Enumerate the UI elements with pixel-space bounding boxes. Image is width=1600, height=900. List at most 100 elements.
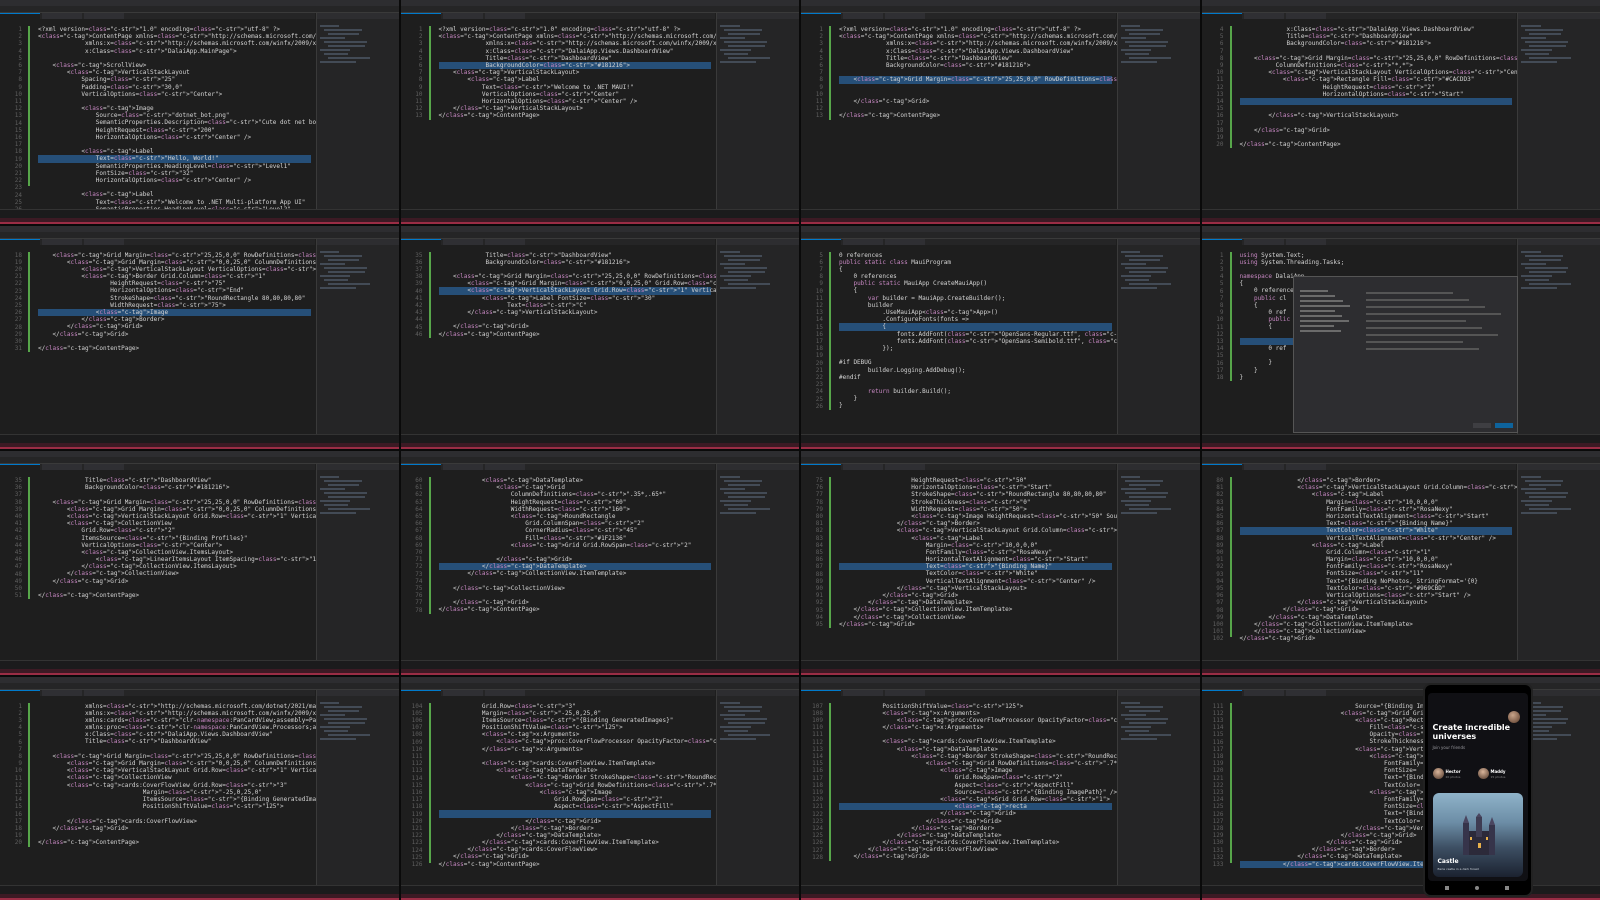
tree-item[interactable]	[1525, 266, 1569, 269]
editor-tabs[interactable]	[0, 238, 315, 246]
tree-item[interactable]	[724, 41, 768, 43]
dialog-option[interactable]	[1365, 292, 1453, 295]
solution-explorer[interactable]	[1116, 238, 1200, 435]
tree-item[interactable]	[327, 733, 370, 736]
tree-item[interactable]	[1525, 41, 1569, 43]
code-editor[interactable]: 75 76 77 78 79 80 81 82 83 84 85 86 87 8…	[801, 471, 1200, 661]
dialog-category[interactable]	[1300, 330, 1342, 333]
editor-tabs[interactable]	[1201, 464, 1517, 471]
tree-item[interactable]	[728, 496, 766, 498]
tree-item[interactable]	[1521, 512, 1558, 514]
tree-item[interactable]	[319, 713, 345, 716]
tree-item[interactable]	[327, 45, 365, 47]
tree-item[interactable]	[1529, 709, 1561, 712]
code-editor[interactable]: 1 2 3 4 5 6 7 8 9 10 11 12 13 14 15 16 1…	[0, 20, 396, 220]
solution-explorer[interactable]	[1517, 464, 1600, 661]
editor-tab[interactable]	[0, 238, 40, 246]
toolbar[interactable]	[400, 231, 799, 239]
tree-item[interactable]	[720, 500, 751, 502]
tree-item[interactable]	[720, 713, 746, 716]
editor-tab[interactable]	[1285, 13, 1326, 19]
tree-item[interactable]	[1120, 49, 1152, 51]
tree-item[interactable]	[319, 250, 340, 253]
user-avatar[interactable]	[1507, 710, 1520, 723]
tree-item[interactable]	[1521, 61, 1558, 63]
dialog-category[interactable]	[1300, 310, 1335, 313]
tree-item[interactable]	[720, 37, 746, 39]
code-editor[interactable]: 1 2 3 4 5 6 7 8 9 10 11 12 13 14 15 16 1…	[0, 696, 399, 886]
editor-tab[interactable]	[400, 689, 441, 697]
toolbar[interactable]	[801, 231, 1200, 239]
editor-tab[interactable]	[801, 238, 841, 246]
tree-item[interactable]	[1120, 262, 1146, 265]
tree-item[interactable]	[1525, 480, 1564, 482]
solution-explorer[interactable]	[716, 689, 799, 886]
tree-item[interactable]	[323, 717, 367, 720]
toolbar[interactable]	[0, 682, 399, 690]
code-editor[interactable]: 1 2 3 4 5 6 7 8 9 10 11 12 13 <?xml versi…	[801, 20, 1200, 210]
tree-item[interactable]	[327, 258, 360, 261]
tree-item[interactable]	[319, 37, 345, 39]
tree-item[interactable]	[724, 729, 749, 732]
tree-item[interactable]	[1128, 496, 1166, 498]
tree-item[interactable]	[323, 278, 348, 281]
tree-item[interactable]	[1529, 733, 1572, 736]
tree-item[interactable]	[1124, 717, 1168, 720]
tree-item[interactable]	[323, 41, 367, 43]
code-editor[interactable]: 35 36 37 38 39 40 41 42 43 44 45 46 47 4…	[0, 471, 399, 661]
toolbar[interactable]	[0, 457, 399, 464]
tree-item[interactable]	[1521, 262, 1547, 265]
editor-tab[interactable]	[1285, 689, 1326, 696]
code-editor[interactable]: 104 105 106 107 108 109 110 111 112 113 …	[400, 696, 799, 886]
tree-item[interactable]	[1124, 266, 1168, 269]
tree-item[interactable]	[323, 29, 362, 31]
editor-tabs[interactable]	[1201, 13, 1517, 20]
code-editor[interactable]: 1 2 3 4 5 6 7 8 9 10 11 12 13 <?xml versi…	[400, 20, 778, 210]
tree-item[interactable]	[1128, 733, 1171, 736]
dialog-option[interactable]	[1365, 306, 1486, 309]
tree-item[interactable]	[1525, 29, 1564, 31]
solution-explorer[interactable]	[315, 464, 399, 661]
editor-tab[interactable]	[843, 13, 883, 19]
toolbar[interactable]	[400, 6, 799, 13]
tree-item[interactable]	[1128, 282, 1171, 285]
tree-item[interactable]	[1120, 713, 1146, 716]
tree-item[interactable]	[724, 29, 763, 31]
toolbar[interactable]	[801, 6, 1200, 13]
tree-item[interactable]	[1521, 25, 1541, 27]
tree-item[interactable]	[720, 61, 757, 63]
tree-item[interactable]	[1529, 496, 1567, 498]
tree-item[interactable]	[327, 496, 365, 498]
tree-item[interactable]	[720, 262, 746, 265]
emulator-screen[interactable]: Create incredible universes Join your fr…	[1427, 692, 1528, 881]
editor-tab[interactable]	[1201, 13, 1242, 20]
solution-explorer[interactable]	[1517, 238, 1600, 435]
solution-explorer[interactable]	[716, 238, 799, 435]
tree-item[interactable]	[319, 488, 345, 490]
editor-tab[interactable]	[843, 689, 883, 696]
code-editor[interactable]: 80 81 82 83 84 85 86 87 88 89 90 91 92 9…	[1201, 471, 1586, 661]
tree-item[interactable]	[319, 701, 340, 704]
editor-tabs[interactable]	[1201, 238, 1517, 246]
editor-tab[interactable]	[0, 13, 40, 20]
tree-item[interactable]	[319, 49, 351, 51]
solution-explorer[interactable]	[315, 689, 399, 886]
editor-tab[interactable]	[484, 689, 525, 696]
tree-item[interactable]	[728, 721, 766, 724]
dialog-category[interactable]	[1300, 300, 1343, 303]
editor-tabs[interactable]	[0, 13, 315, 20]
tree-item[interactable]	[1124, 504, 1149, 506]
home-icon[interactable]	[1474, 885, 1479, 890]
tree-item[interactable]	[327, 508, 370, 510]
android-navbar[interactable]	[1425, 883, 1531, 893]
code-editor[interactable]: 5 6 7 8 9 10 11 12 13 14 15 16 17 18 19 …	[801, 245, 1200, 435]
editor-tab[interactable]	[84, 464, 124, 470]
code-editor[interactable]: 4 5 6 7 8 9 10 11 12 13 14 15 16 17 18 1…	[1201, 20, 1600, 210]
tree-item[interactable]	[323, 480, 362, 482]
editor-tab[interactable]	[84, 689, 124, 696]
tree-item[interactable]	[1120, 37, 1146, 39]
solution-explorer[interactable]	[1116, 464, 1200, 661]
tree-item[interactable]	[724, 480, 763, 482]
tree-item[interactable]	[724, 504, 749, 506]
tree-item[interactable]	[1521, 476, 1541, 478]
